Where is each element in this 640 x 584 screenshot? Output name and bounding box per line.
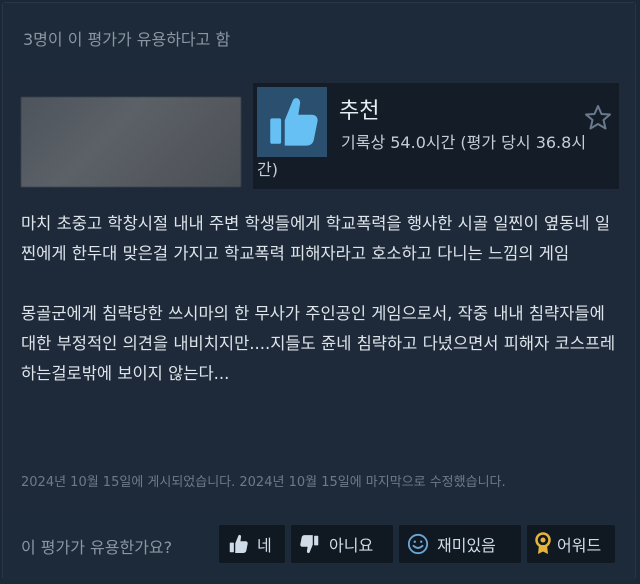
thumbs-down-icon — [300, 535, 319, 554]
review-card: 3명이 이 평가가 유용하다고 함 추천 기록상 54.0시간 (평가 당시 3… — [2, 2, 636, 580]
vote-funny-button[interactable]: 재미있음 — [399, 525, 521, 563]
vote-yes-button[interactable]: 네 — [219, 525, 285, 563]
review-paragraph: 마치 초중고 학창시절 내내 주변 학생들에게 학교폭력을 행사한 시골 일찐이… — [21, 214, 610, 263]
review-footer: 이 평가가 유용한가요? 네 아니요 재미있음 어워드 — [3, 510, 635, 580]
helpful-count-text: 3명이 이 평가가 유용하다고 함 — [23, 30, 231, 49]
award-label: 어워드 — [557, 536, 602, 555]
vote-no-label: 아니요 — [329, 536, 374, 555]
review-text: 마치 초중고 학창시절 내내 주변 학생들에게 학교폭력을 행사한 시골 일찐이… — [21, 209, 621, 419]
recommendation-title: 추천 — [339, 99, 380, 124]
recommendation-box: 추천 기록상 54.0시간 (평가 당시 36.8시간) — [253, 83, 619, 189]
star-outline-icon[interactable] — [583, 103, 613, 133]
review-body: 추천 기록상 54.0시간 (평가 당시 36.8시간) 마치 초중고 학창시절… — [3, 73, 635, 510]
posted-date: 2024년 10월 15일에 게시되었습니다. 2024년 10월 15일에 마… — [21, 475, 506, 490]
vote-yes-label: 네 — [257, 536, 272, 555]
award-ribbon-icon — [535, 532, 551, 554]
helpful-question: 이 평가가 유용한가요? — [21, 538, 173, 557]
smiley-icon — [407, 533, 429, 555]
reviewer-avatar-blurred[interactable] — [21, 97, 241, 187]
award-button[interactable]: 어워드 — [527, 525, 615, 563]
vote-funny-label: 재미있음 — [437, 536, 496, 555]
thumbs-up-icon — [229, 534, 248, 553]
review-paragraph: 몽골군에게 침략당한 쓰시마의 한 무사가 주인공인 게임으로서, 작중 내내 … — [21, 304, 616, 383]
vote-no-button[interactable]: 아니요 — [291, 525, 393, 563]
helpful-count-bar: 3명이 이 평가가 유용하다고 함 — [3, 3, 635, 73]
playtime-text: 기록상 54.0시간 (평가 당시 36.8시간) — [257, 133, 587, 179]
